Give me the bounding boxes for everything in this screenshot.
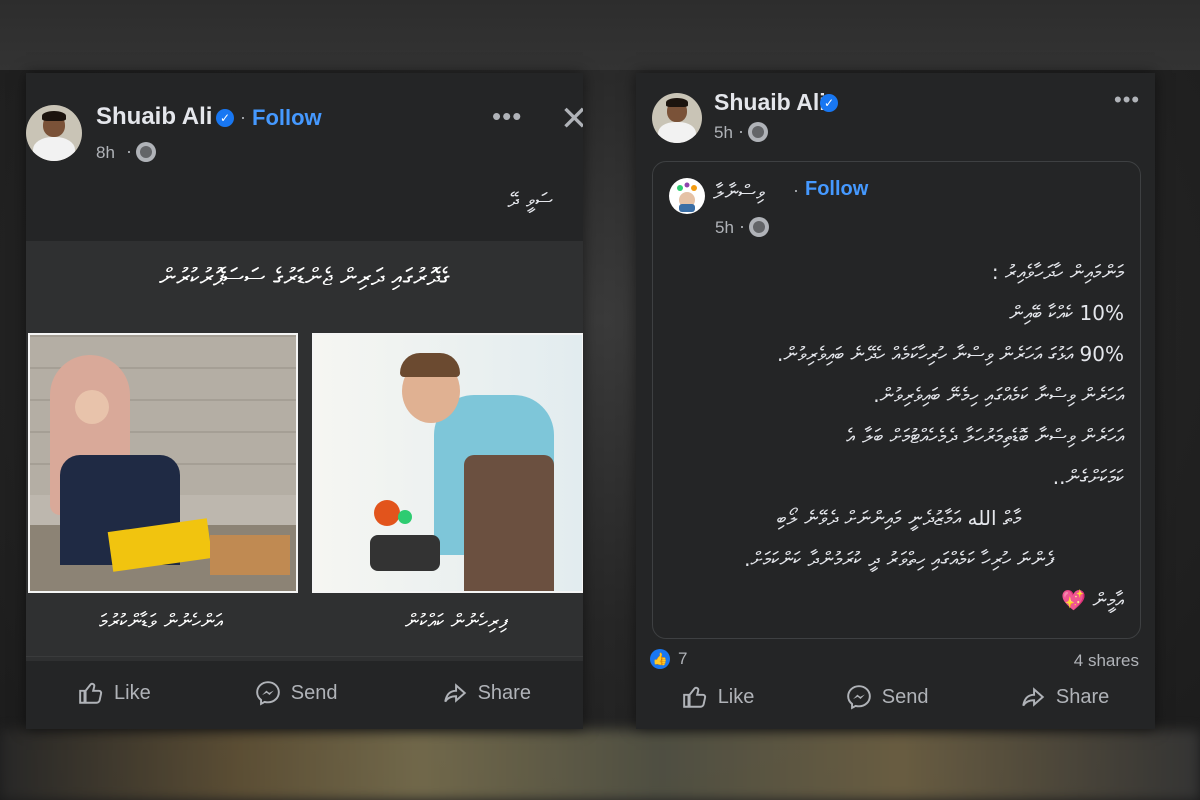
- body-line: ފެންނަ ހުރިހާ ކަމެއްގައި ހިތްވަރު ދީ ކުރ…: [744, 547, 1054, 571]
- post-card-right: Shuaib Ali ✓ 5h · ••• ވިސްނާލާ · Follow …: [636, 73, 1155, 729]
- shared-page-name[interactable]: ވިސްނާލާ: [713, 180, 764, 204]
- share-arrow-icon: [1022, 687, 1045, 707]
- share-label: Share: [477, 681, 531, 704]
- shared-post-body: މަންމައިން ހާދަހާވެއިރު : 10% ކެއްކާ ބޭއ…: [674, 252, 1124, 621]
- send-label: Send: [290, 681, 338, 704]
- body-line: އަހަރެން ވިސްނާ ކަމެއްގައި ހިމެނޭ ބައިވެ…: [873, 383, 1124, 407]
- body-line: މަންމައިން ހާދަހާވެއިރު :: [991, 260, 1124, 284]
- background-blur-top: [0, 0, 1200, 70]
- separator-dot: ·: [739, 216, 745, 236]
- photo-man-cooking: [312, 333, 583, 593]
- globe-icon: [748, 122, 768, 142]
- post-time[interactable]: 8h: [96, 143, 115, 163]
- body-line: މާތް الله އަމާޒުދެނީ މައިންނަށް ދެވޭނެ ލ…: [776, 506, 1022, 530]
- share-button[interactable]: Share: [1020, 684, 1109, 710]
- thumbs-up-icon: [79, 682, 103, 704]
- messenger-icon: [255, 681, 280, 706]
- messenger-icon: [846, 685, 871, 710]
- author-name[interactable]: Shuaib Ali: [714, 89, 826, 116]
- author-avatar[interactable]: [652, 93, 702, 143]
- image-label-right: ފިރިހެނުން ކައްކުން: [404, 609, 508, 633]
- more-options-icon[interactable]: •••: [1114, 87, 1140, 113]
- thumbs-up-icon: [682, 686, 706, 708]
- globe-icon: [749, 217, 769, 237]
- closing-text: އާމީން: [1092, 588, 1124, 612]
- verified-badge-icon: ✓: [216, 109, 234, 127]
- image-title: ގެދޮރުގައި ދަރިން ޖެންޑަރުގެ ސަސަޕޮރުކުރ…: [158, 263, 451, 291]
- share-button[interactable]: Share: [442, 680, 531, 706]
- like-button[interactable]: Like: [78, 680, 151, 706]
- like-button[interactable]: Like: [682, 684, 755, 710]
- shared-post[interactable]: ވިސްނާލާ · Follow 5h · މަންމައިން ހާދަހާ…: [652, 161, 1141, 639]
- body-line-closing: އާމީން 💖: [674, 580, 1124, 621]
- image-label-left: އަންހެނުން ވަޑާންކުރުމަ: [99, 609, 223, 633]
- post-actions: Like Send Share: [26, 656, 583, 729]
- body-line: ކަމަކަށްގެން..: [1052, 465, 1124, 489]
- photo-woman-sawing: [28, 333, 298, 593]
- shared-follow-button[interactable]: Follow: [805, 178, 868, 201]
- post-card-left: Shuaib Ali ✓ · Follow 8h · ••• ✕ ސަވީ ދޭ…: [26, 73, 583, 729]
- post-image[interactable]: ގެދޮރުގައި ދަރިން ޖެންޑަރުގެ ސަސަޕޮރުކުރ…: [26, 241, 583, 661]
- globe-icon: [136, 142, 156, 162]
- sparkling-heart-icon: 💖: [1061, 588, 1087, 612]
- separator-dot: ·: [738, 121, 744, 141]
- separator-dot: ·: [126, 141, 132, 161]
- close-icon[interactable]: ✕: [560, 99, 583, 139]
- background-blur-bottom: [0, 730, 1200, 800]
- like-label: Like: [717, 685, 755, 708]
- send-button[interactable]: Send: [255, 680, 338, 706]
- send-button[interactable]: Send: [846, 684, 929, 710]
- share-label: Share: [1055, 685, 1110, 708]
- follow-button[interactable]: Follow: [252, 105, 322, 131]
- separator-dot: ·: [793, 180, 799, 200]
- share-arrow-icon: [443, 683, 466, 703]
- more-options-icon[interactable]: •••: [492, 101, 522, 132]
- body-line: 10% ކެއްކާ ބޭއިން: [1009, 301, 1124, 325]
- body-line: އަހަރެން ވިސްނާ ބޮޑެތިމަރުހަލާ ދެމެހެއްޓ…: [846, 424, 1124, 448]
- body-line: 90% އަޅުގަ އަހަރެން ވިސްނާ ހުރިހާކަމެއް …: [777, 342, 1124, 366]
- post-time[interactable]: 5h: [714, 123, 733, 143]
- post-actions: Like Send Share: [636, 665, 1155, 729]
- author-name[interactable]: Shuaib Ali: [96, 103, 212, 131]
- verified-badge-icon: ✓: [820, 94, 838, 112]
- post-caption: ސަވީ ދޭ: [507, 188, 553, 212]
- send-label: Send: [881, 685, 929, 708]
- author-avatar[interactable]: [26, 105, 82, 161]
- shared-post-time: 5h: [715, 218, 734, 237]
- separator-dot: ·: [240, 107, 246, 127]
- like-label: Like: [114, 681, 151, 704]
- shared-page-avatar[interactable]: [669, 178, 705, 214]
